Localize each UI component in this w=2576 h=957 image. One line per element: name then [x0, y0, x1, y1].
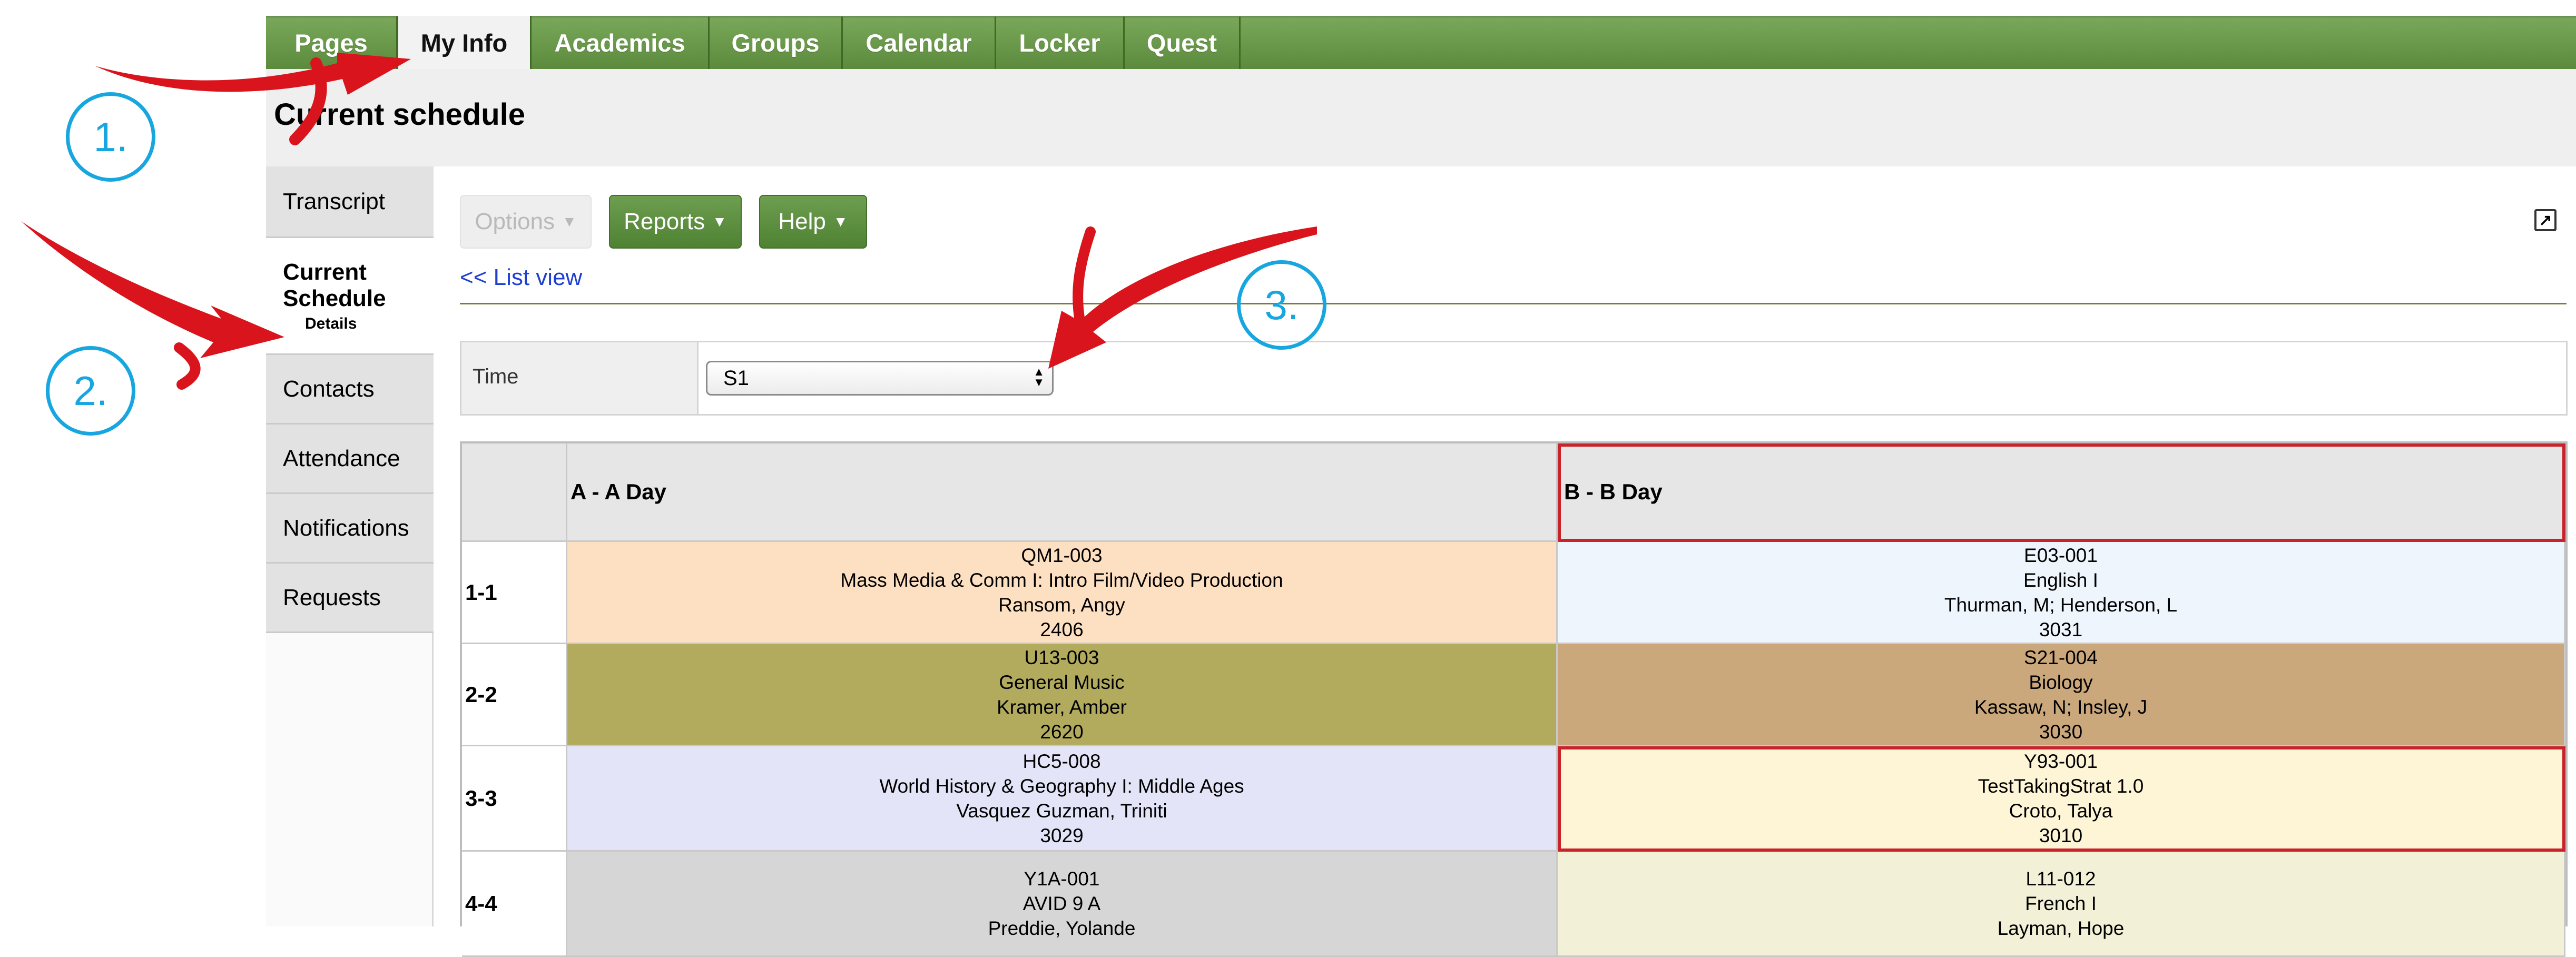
schedule-cell-a-day[interactable]: Y1A-001 AVID 9 A Preddie, Yolande — [567, 852, 1558, 957]
time-select-value: S1 — [723, 366, 749, 390]
sidebar-item-contacts[interactable]: Contacts — [266, 355, 434, 425]
course-room: 2406 — [1040, 618, 1084, 640]
course-code: S21-004 — [2024, 646, 2098, 668]
annotation-step-2: 2. — [46, 346, 135, 436]
course-course: World History & Geography I: Middle Ages — [879, 775, 1244, 797]
schedule-cell-b-day[interactable]: Y93-001 TestTakingStrat 1.0 Croto, Talya 30… — [1558, 746, 2565, 852]
tab-quest[interactable]: Quest — [1125, 16, 1241, 69]
arrow-2-tail — [174, 342, 201, 390]
sidebar-item-current-schedule[interactable]: Current Schedule Details — [266, 238, 434, 355]
course-room: 3010 — [2039, 824, 2083, 846]
sidebar-subitem-details[interactable]: Details — [305, 315, 357, 333]
tab-pages[interactable]: Pages — [266, 16, 398, 69]
course-room: 3029 — [1040, 824, 1084, 846]
caret-down-icon: ▼ — [833, 213, 848, 230]
column-header-label: A - A Day — [571, 479, 667, 504]
annotation-step-1: 1. — [66, 92, 155, 182]
sidebar-item-attendance[interactable]: Attendance — [266, 425, 434, 494]
sidebar-item-label: Notifications — [283, 515, 409, 541]
divider — [460, 303, 2567, 304]
tab-calendar[interactable]: Calendar — [843, 16, 996, 69]
sidebar-item-label: Transcript — [283, 188, 385, 214]
period-label: 3-3 — [462, 746, 567, 852]
tab-academics[interactable]: Academics — [532, 16, 710, 69]
reports-label: Reports — [624, 209, 705, 234]
tab-locker[interactable]: Locker — [996, 16, 1125, 69]
options-label: Options — [475, 209, 555, 234]
caret-down-icon: ▼ — [712, 213, 727, 230]
sidebar-item-label: Current Schedule — [283, 259, 386, 311]
time-select[interactable]: S1 ▲ ▼ — [706, 361, 1054, 396]
course-room: 3031 — [2039, 618, 2083, 640]
period-label: 4-4 — [462, 852, 567, 957]
course-code: L11-012 — [2026, 868, 2096, 890]
course-teacher: Layman, Hope — [1997, 917, 2125, 939]
course-course: Mass Media & Comm I: Intro Film/Video Pr… — [840, 569, 1283, 591]
select-arrows-icon: ▲ ▼ — [1033, 365, 1045, 389]
page-title: Current schedule — [274, 97, 525, 132]
course-course: General Music — [999, 671, 1125, 693]
period-label: 1-1 — [462, 542, 567, 644]
schedule-cell-a-day[interactable]: HC5-008 World History & Geography I: Midd… — [567, 746, 1558, 852]
column-header-b-day[interactable]: B - B Day — [1558, 443, 2565, 542]
course-course: French I — [2025, 893, 2097, 914]
schedule-cell-b-day[interactable]: S21-004 Biology Kassaw, N; Insley, J 3030 — [1558, 644, 2565, 746]
reports-button[interactable]: Reports ▼ — [609, 195, 742, 249]
caret-down-icon: ▼ — [562, 213, 577, 230]
annotation-label: 2. — [73, 367, 108, 414]
arrow-3-tail — [1073, 226, 1096, 327]
sidebar-item-label: Attendance — [283, 445, 400, 471]
help-label: Help — [778, 209, 826, 234]
annotation-label: 3. — [1264, 281, 1299, 328]
course-code: U13-003 — [1024, 646, 1099, 668]
sidebar-item-requests[interactable]: Requests — [266, 564, 434, 633]
course-teacher: Ransom, Angy — [998, 594, 1125, 616]
help-button[interactable]: Help ▼ — [759, 195, 867, 249]
page-header — [266, 69, 2576, 166]
course-teacher: Preddie, Yolande — [988, 917, 1136, 939]
schedule-cell-b-day[interactable]: E03-001 English I Thurman, M; Henderson, L… — [1558, 542, 2565, 644]
schedule-cell-b-day[interactable]: L11-012 French I Layman, Hope — [1558, 852, 2565, 957]
sidebar-item-label: Requests — [283, 584, 381, 610]
course-course: TestTakingStrat 1.0 — [1978, 775, 2144, 797]
schedule-cell-a-day[interactable]: QM1-003 Mass Media & Comm I: Intro Film/V… — [567, 542, 1558, 644]
tab-groups[interactable]: Groups — [710, 16, 843, 69]
course-room: 2620 — [1040, 721, 1084, 743]
annotation-label: 1. — [93, 113, 128, 160]
tab-my-info[interactable]: My Info — [397, 16, 532, 70]
course-teacher: Croto, Talya — [2009, 800, 2113, 822]
time-label: Time — [473, 365, 519, 388]
course-teacher: Vasquez Guzman, Triniti — [956, 800, 1167, 822]
course-course: AVID 9 A — [1022, 893, 1101, 914]
options-button[interactable]: Options ▼ — [460, 195, 592, 249]
sidebar-item-label: Contacts — [283, 376, 375, 402]
course-course: English I — [2023, 569, 2098, 591]
period-label: 2-2 — [462, 644, 567, 746]
corner-header-cell — [462, 443, 567, 542]
sidebar-item-transcript[interactable]: Transcript — [266, 166, 434, 238]
list-view-link[interactable]: << List view — [460, 264, 582, 291]
course-course: Biology — [2029, 671, 2093, 693]
course-code: QM1-003 — [1021, 544, 1103, 566]
column-header-a-day[interactable]: A - A Day — [567, 443, 1558, 542]
course-code: Y1A-001 — [1024, 868, 1100, 890]
sidebar-item-notifications[interactable]: Notifications — [266, 494, 434, 564]
course-code: Y93-001 — [2024, 750, 2098, 772]
course-code: E03-001 — [2024, 544, 2098, 566]
column-header-label: B - B Day — [1564, 479, 1663, 504]
course-teacher: Kassaw, N; Insley, J — [1974, 696, 2148, 718]
course-room: 3030 — [2039, 721, 2083, 743]
arrow-to-current-schedule — [21, 221, 284, 358]
course-teacher: Kramer, Amber — [997, 696, 1127, 718]
annotation-step-3: 3. — [1237, 260, 1326, 350]
schedule-cell-a-day[interactable]: U13-003 General Music Kramer, Amber 2620 — [567, 644, 1558, 746]
course-code: HC5-008 — [1022, 750, 1101, 772]
popout-icon[interactable]: ↗ — [2534, 209, 2557, 231]
course-teacher: Thurman, M; Henderson, L — [1944, 594, 2178, 616]
